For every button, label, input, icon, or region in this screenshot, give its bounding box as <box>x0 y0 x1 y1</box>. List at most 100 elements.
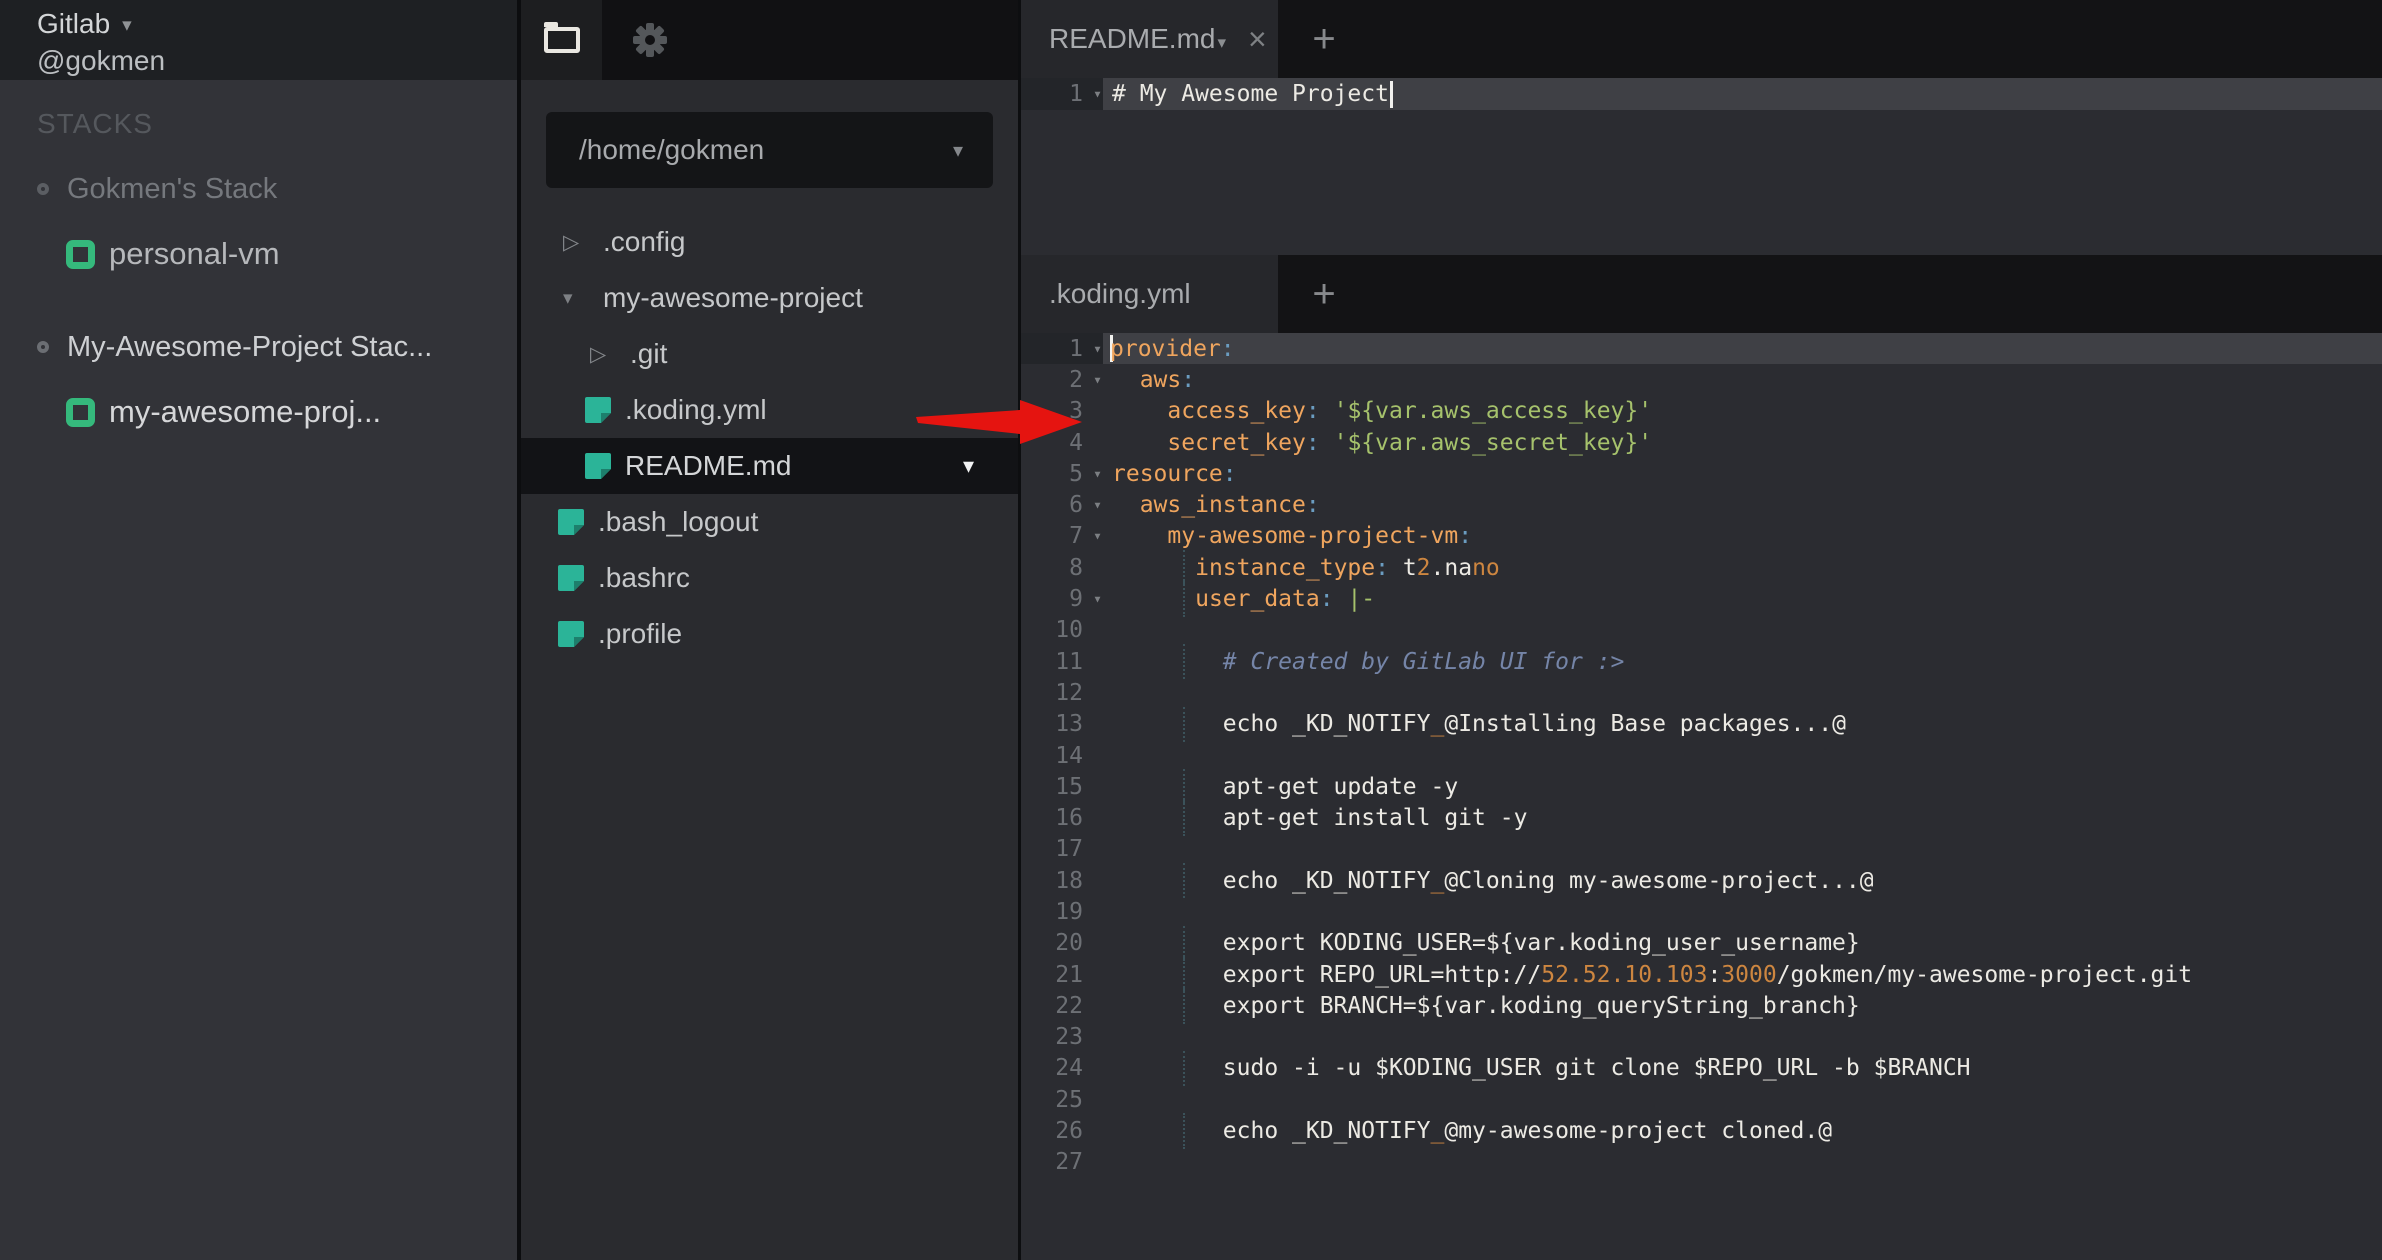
chevron-right-icon[interactable]: ▷ <box>563 230 589 255</box>
new-tab-button[interactable]: + <box>1291 255 1357 333</box>
code-line-5[interactable]: 5▾resource: <box>1021 458 2382 489</box>
gutter-line-number[interactable]: 2▾ <box>1021 364 1103 395</box>
code-line-13[interactable]: 13 echo _KD_NOTIFY_@Installing Base pack… <box>1021 709 2382 740</box>
code-line-content: user_data: |- <box>1103 583 2382 614</box>
new-tab-button[interactable]: + <box>1291 0 1357 78</box>
gutter-line-number[interactable]: 1▾ <box>1021 78 1103 110</box>
gutter-line-number[interactable]: 22 <box>1021 990 1103 1021</box>
code-line-22[interactable]: 22 export BRANCH=${var.koding_queryStrin… <box>1021 990 2382 1021</box>
fold-caret-icon[interactable]: ▾ <box>1093 495 1102 513</box>
code-line-17[interactable]: 17 <box>1021 834 2382 865</box>
fold-caret-icon[interactable]: ▾ <box>1093 589 1102 607</box>
fold-caret-icon[interactable]: ▾ <box>1093 339 1102 357</box>
code-line-4[interactable]: 4 secret_key: '${var.aws_secret_key}' <box>1021 427 2382 458</box>
gutter-line-number[interactable]: 1▾ <box>1021 333 1103 364</box>
path-selector[interactable]: /home/gokmen ▾ <box>546 112 993 188</box>
gutter-line-number[interactable]: 8 <box>1021 552 1103 583</box>
tree-item-label: README.md <box>625 450 791 482</box>
tab-koding-yml[interactable]: .koding.yml <box>1021 255 1278 333</box>
code-line-12[interactable]: 12 <box>1021 677 2382 708</box>
code-line-14[interactable]: 14 <box>1021 740 2382 771</box>
fold-caret-icon[interactable]: ▾ <box>1093 464 1102 482</box>
code-line-26[interactable]: 26 echo _KD_NOTIFY_@my-awesome-project c… <box>1021 1115 2382 1146</box>
close-icon[interactable]: × <box>1248 23 1267 55</box>
tab-readme[interactable]: README.md ▾ × <box>1021 0 1278 78</box>
code-line-21[interactable]: 21 export REPO_URL=http://52.52.10.103:3… <box>1021 959 2382 990</box>
gutter-line-number[interactable]: 14 <box>1021 740 1103 771</box>
account-switcher[interactable]: Gitlab▾ @gokmen <box>0 0 517 80</box>
gutter-line-number[interactable]: 3 <box>1021 396 1103 427</box>
folder-icon <box>544 27 580 53</box>
gutter-line-number[interactable]: 15 <box>1021 771 1103 802</box>
gutter-line-number[interactable]: 7▾ <box>1021 521 1103 552</box>
gutter-line-number[interactable]: 4 <box>1021 427 1103 458</box>
code-line-25[interactable]: 25 <box>1021 1084 2382 1115</box>
tab-settings[interactable] <box>619 0 681 80</box>
tree-item-bashrc[interactable]: .bashrc <box>521 550 1018 606</box>
code-line-15[interactable]: 15 apt-get update -y <box>1021 771 2382 802</box>
gutter-line-number[interactable]: 25 <box>1021 1084 1103 1115</box>
tree-item-config[interactable]: ▷.config <box>521 214 1018 270</box>
gutter-line-number[interactable]: 13 <box>1021 709 1103 740</box>
gutter-line-number[interactable]: 10 <box>1021 615 1103 646</box>
gutter-line-number[interactable]: 16 <box>1021 802 1103 833</box>
gutter-line-number[interactable]: 12 <box>1021 677 1103 708</box>
gutter-line-number[interactable]: 23 <box>1021 1022 1103 1053</box>
tab-files[interactable] <box>521 0 602 80</box>
gutter-line-number[interactable]: 24 <box>1021 1053 1103 1084</box>
koding-editor[interactable]: 1▾provider:2▾ aws:3 access_key: '${var.a… <box>1021 333 2382 1260</box>
code-line-20[interactable]: 20 export KODING_USER=${var.koding_user_… <box>1021 928 2382 959</box>
chevron-down-icon[interactable]: ▾ <box>963 453 974 479</box>
code-line-18[interactable]: 18 echo _KD_NOTIFY_@Cloning my-awesome-p… <box>1021 865 2382 896</box>
fold-caret-icon[interactable]: ▾ <box>1093 370 1102 388</box>
chevron-down-icon[interactable]: ▾ <box>1217 33 1226 53</box>
code-line-24[interactable]: 24 sudo -i -u $KODING_USER git clone $RE… <box>1021 1053 2382 1084</box>
vm-item[interactable]: personal-vm <box>66 234 517 274</box>
code-line-27[interactable]: 27 <box>1021 1147 2382 1178</box>
code-line-7[interactable]: 7▾ my-awesome-project-vm: <box>1021 521 2382 552</box>
gutter-line-number[interactable]: 26 <box>1021 1115 1103 1146</box>
provider-name: Gitlab <box>37 8 110 39</box>
sidebar-divider <box>517 0 521 1260</box>
tree-item-profile[interactable]: .profile <box>521 606 1018 662</box>
code-line-3[interactable]: 3 access_key: '${var.aws_access_key}' <box>1021 396 2382 427</box>
code-line-1[interactable]: 1▾# My Awesome Project <box>1021 78 2382 110</box>
gutter-line-number[interactable]: 27 <box>1021 1147 1103 1178</box>
code-line-11[interactable]: 11 # Created by GitLab UI for :> <box>1021 646 2382 677</box>
gutter-line-number[interactable]: 9▾ <box>1021 583 1103 614</box>
gutter-line-number[interactable]: 18 <box>1021 865 1103 896</box>
tree-item-bash-logout[interactable]: .bash_logout <box>521 494 1018 550</box>
vm-item[interactable]: my-awesome-proj... <box>66 392 517 432</box>
gutter-line-number[interactable]: 11 <box>1021 646 1103 677</box>
stack-group: My-Awesome-Project Stac... my-awesome-pro… <box>37 330 517 432</box>
chevron-right-icon[interactable]: ▷ <box>590 342 616 367</box>
gutter-line-number[interactable]: 20 <box>1021 928 1103 959</box>
fold-caret-icon[interactable]: ▾ <box>1093 84 1102 102</box>
tree-item-README-md[interactable]: README.md ▾ <box>521 438 1018 494</box>
gutter-line-number[interactable]: 21 <box>1021 959 1103 990</box>
code-line-8[interactable]: 8 instance_type: t2.nano <box>1021 552 2382 583</box>
code-line-6[interactable]: 6▾ aws_instance: <box>1021 489 2382 520</box>
stack-item[interactable]: Gokmen's Stack <box>37 172 517 206</box>
code-line-19[interactable]: 19 <box>1021 896 2382 927</box>
stack-item[interactable]: My-Awesome-Project Stac... <box>37 330 517 364</box>
gutter-line-number[interactable]: 5▾ <box>1021 458 1103 489</box>
code-line-1[interactable]: 1▾provider: <box>1021 333 2382 364</box>
file-icon <box>558 621 584 647</box>
tree-item-my-awesome-project[interactable]: ▾my-awesome-project <box>521 270 1018 326</box>
code-line-9[interactable]: 9▾ user_data: |- <box>1021 583 2382 614</box>
tree-item-git[interactable]: ▷.git <box>521 326 1018 382</box>
gutter-line-number[interactable]: 19 <box>1021 896 1103 927</box>
code-line-2[interactable]: 2▾ aws: <box>1021 364 2382 395</box>
code-line-10[interactable]: 10 <box>1021 615 2382 646</box>
code-line-content <box>1103 1147 2382 1178</box>
gutter-line-number[interactable]: 17 <box>1021 834 1103 865</box>
fold-caret-icon[interactable]: ▾ <box>1093 527 1102 545</box>
gutter-line-number[interactable]: 6▾ <box>1021 489 1103 520</box>
tree-item-koding-yml[interactable]: .koding.yml <box>521 382 1018 438</box>
readme-editor[interactable]: 1▾# My Awesome Project <box>1021 78 2382 255</box>
editor-pane-readme: README.md ▾ × + 1▾# My Awesome Project <box>1021 0 2382 255</box>
code-line-16[interactable]: 16 apt-get install git -y <box>1021 802 2382 833</box>
chevron-down-icon[interactable]: ▾ <box>563 287 589 310</box>
code-line-23[interactable]: 23 <box>1021 1022 2382 1053</box>
